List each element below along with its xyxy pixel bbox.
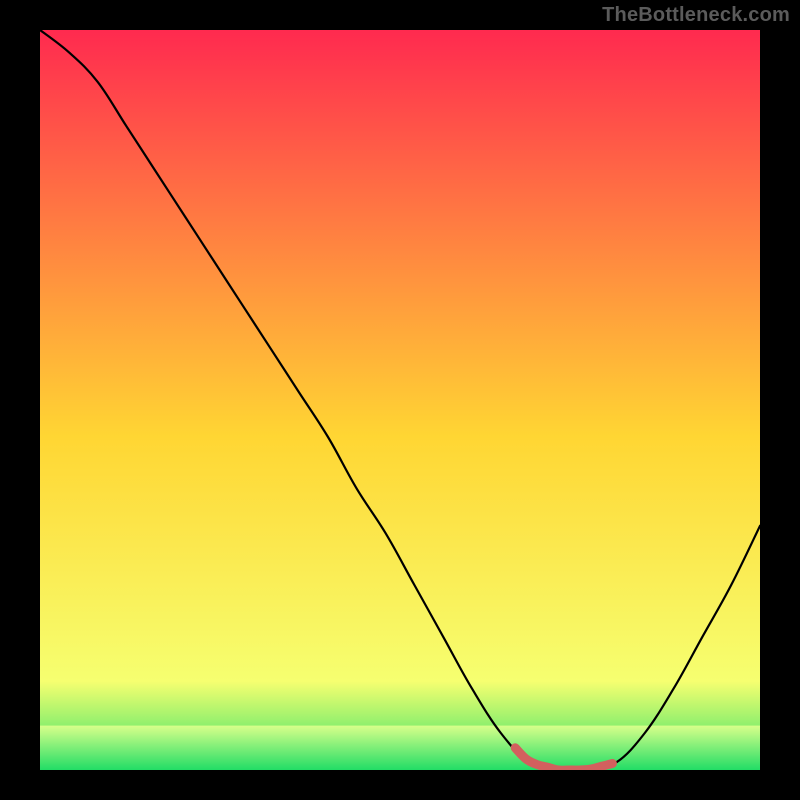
green-band [40, 726, 760, 770]
watermark-text: TheBottleneck.com [602, 4, 790, 27]
plot-area [40, 30, 760, 770]
bottleneck-chart [40, 30, 760, 770]
gradient-background [40, 30, 760, 770]
chart-frame: TheBottleneck.com [0, 0, 800, 800]
